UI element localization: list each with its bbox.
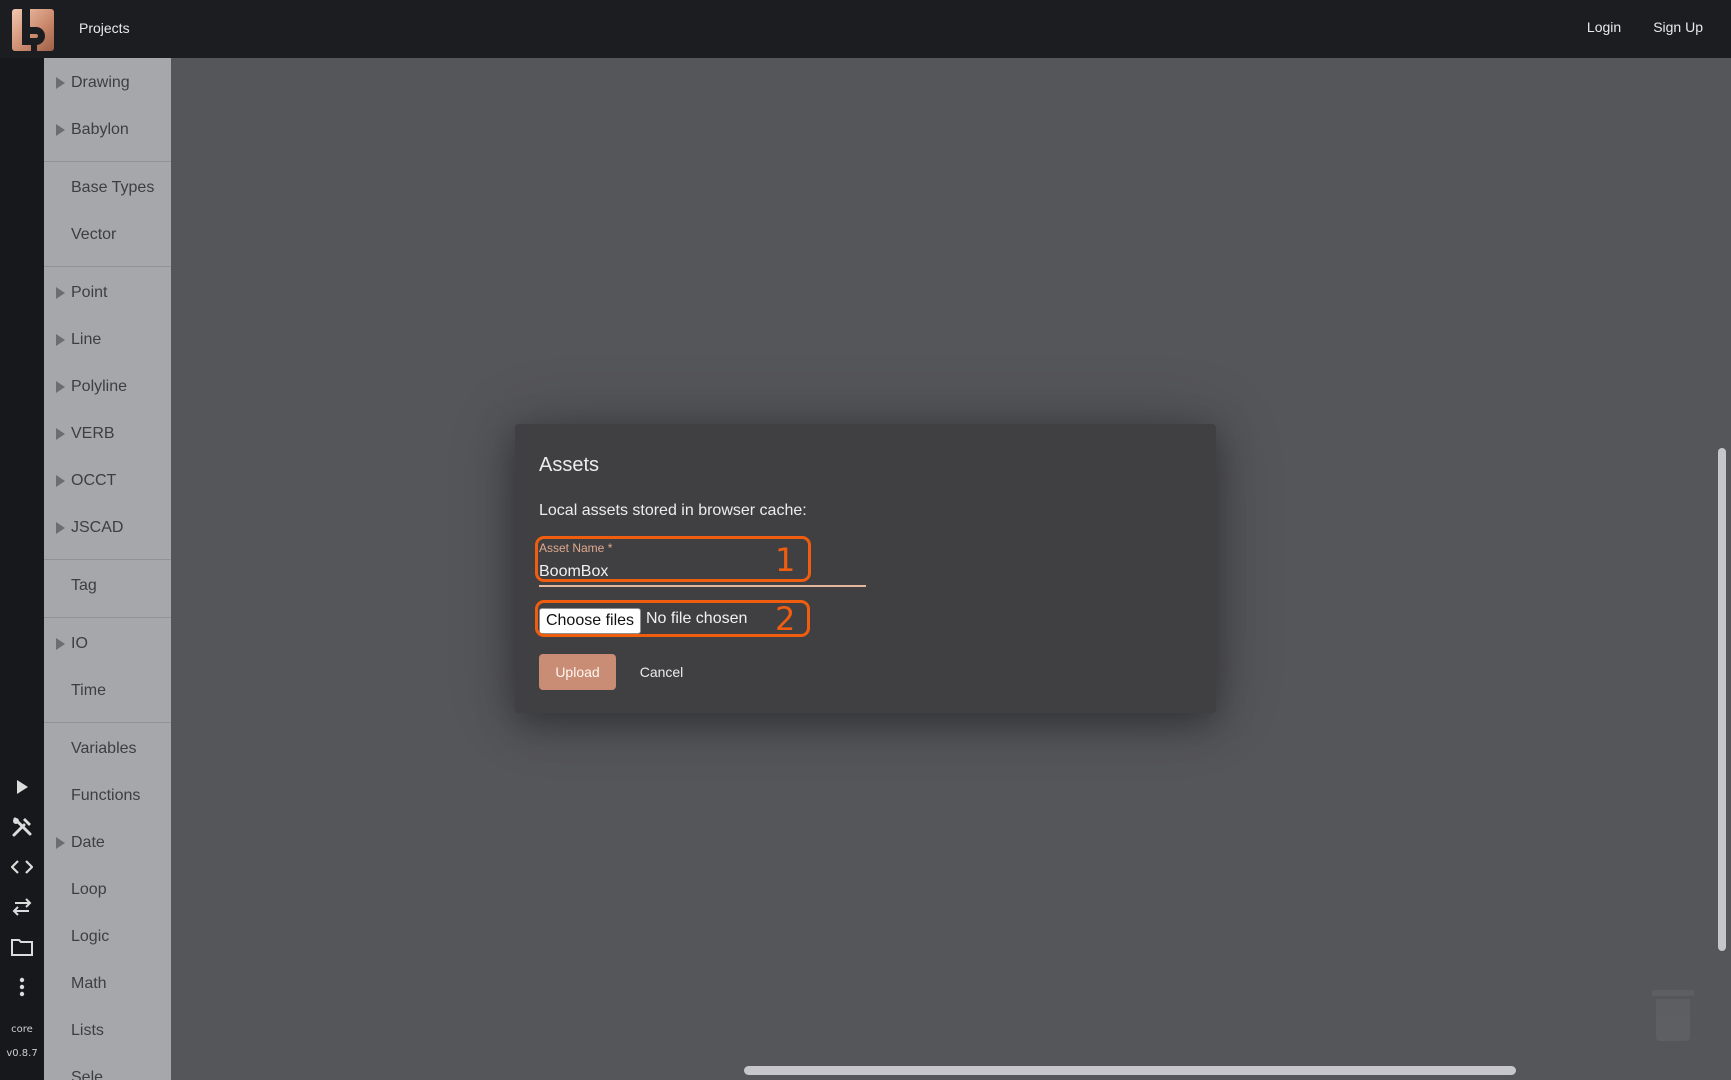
- bitbybit-logo[interactable]: [12, 9, 54, 51]
- category-verb[interactable]: VERB: [44, 416, 171, 456]
- category-date[interactable]: Date: [44, 825, 171, 865]
- category-divider: [44, 559, 171, 560]
- tool-rail: core v0.8.7: [0, 58, 44, 1080]
- annotation-marker-1: 1: [775, 541, 796, 579]
- category-polyline[interactable]: Polyline: [44, 369, 171, 409]
- category-loop[interactable]: Loop: [44, 872, 171, 912]
- expand-triangle-icon: [56, 475, 65, 487]
- version-label: v0.8.7: [6, 1048, 38, 1059]
- dialog-title: Assets: [539, 454, 600, 476]
- category-time[interactable]: Time: [44, 673, 171, 713]
- annotation-marker-2: 2: [775, 600, 796, 638]
- category-drawing[interactable]: Drawing: [44, 65, 171, 105]
- workspace-vertical-scrollbar[interactable]: [1718, 448, 1726, 951]
- expand-triangle-icon: [56, 428, 65, 440]
- category-line[interactable]: Line: [44, 322, 171, 362]
- category-jscad[interactable]: JSCAD: [44, 510, 171, 550]
- category-lists[interactable]: Lists: [44, 1013, 171, 1053]
- category-base-types[interactable]: Base Types: [44, 170, 171, 210]
- swap-icon[interactable]: [10, 895, 34, 919]
- more-vert-icon[interactable]: [10, 975, 34, 999]
- category-logic[interactable]: Logic: [44, 919, 171, 959]
- category-selection[interactable]: Sele: [44, 1060, 171, 1080]
- category-point[interactable]: Point: [44, 275, 171, 315]
- expand-triangle-icon: [56, 334, 65, 346]
- expand-triangle-icon: [56, 124, 65, 136]
- login-link[interactable]: Login: [1587, 19, 1621, 35]
- block-categories-sidebar: Drawing Babylon Base Types Vector Point …: [44, 58, 171, 1080]
- category-functions[interactable]: Functions: [44, 778, 171, 818]
- cancel-button[interactable]: Cancel: [628, 654, 695, 690]
- category-variables[interactable]: Variables: [44, 731, 171, 771]
- top-nav-bar: Projects Login Sign Up: [0, 0, 1731, 58]
- folder-icon[interactable]: [10, 935, 34, 959]
- expand-triangle-icon: [56, 381, 65, 393]
- category-vector[interactable]: Vector: [44, 217, 171, 257]
- category-divider: [44, 617, 171, 618]
- auth-links: Login Sign Up: [1587, 19, 1703, 35]
- category-math[interactable]: Math: [44, 966, 171, 1006]
- category-occt[interactable]: OCCT: [44, 463, 171, 503]
- trash-icon[interactable]: [1652, 990, 1694, 1042]
- workspace-horizontal-scrollbar[interactable]: [744, 1066, 1516, 1075]
- category-tag[interactable]: Tag: [44, 568, 171, 608]
- expand-triangle-icon: [56, 638, 65, 650]
- asset-name-underline: [539, 585, 866, 587]
- core-label: core: [11, 1024, 33, 1035]
- category-io[interactable]: IO: [44, 626, 171, 666]
- annotation-box-2: [535, 600, 810, 637]
- nav-projects-link[interactable]: Projects: [79, 20, 130, 36]
- play-icon[interactable]: [10, 775, 34, 799]
- category-divider: [44, 722, 171, 723]
- upload-button[interactable]: Upload: [539, 654, 616, 690]
- category-babylon[interactable]: Babylon: [44, 112, 171, 152]
- dialog-description: Local assets stored in browser cache:: [539, 502, 807, 519]
- annotation-box-1: [535, 536, 811, 582]
- expand-triangle-icon: [56, 837, 65, 849]
- signup-link[interactable]: Sign Up: [1653, 19, 1703, 35]
- expand-triangle-icon: [56, 77, 65, 89]
- tools-icon[interactable]: [10, 815, 34, 839]
- expand-triangle-icon: [56, 287, 65, 299]
- category-divider: [44, 266, 171, 267]
- category-divider: [44, 161, 171, 162]
- expand-triangle-icon: [56, 522, 65, 534]
- code-icon[interactable]: [10, 855, 34, 879]
- assets-dialog: Assets Local assets stored in browser ca…: [515, 424, 1216, 713]
